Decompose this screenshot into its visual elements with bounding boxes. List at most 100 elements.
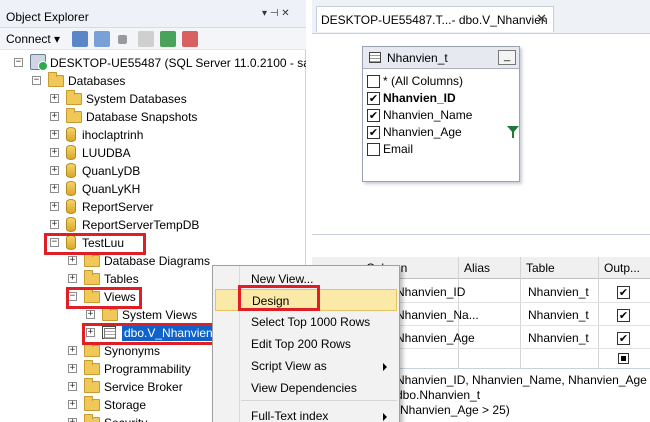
output-checkbox[interactable]: ✔: [617, 309, 630, 322]
tree-item-quanlykh[interactable]: + QuanLyKH: [0, 180, 306, 198]
database-icon: [66, 199, 76, 214]
expand-icon[interactable]: +: [68, 274, 77, 283]
menu-item-design[interactable]: Design: [215, 289, 397, 311]
filter-icon: [507, 126, 519, 138]
sql-line-select: Nhanvien_ID, Nhanvien_Name, Nhanvien_Age: [396, 373, 647, 387]
tree-item-system-databases[interactable]: + System Databases: [0, 90, 306, 108]
expand-icon[interactable]: +: [50, 220, 59, 229]
tree-item-label: Storage: [104, 398, 147, 412]
tree-item-ihoclaptrinh[interactable]: + ihoclaptrinh: [0, 126, 306, 144]
close-icon[interactable]: ✕: [536, 11, 547, 27]
criteria-table-cell[interactable]: Nhanvien_t: [528, 331, 589, 345]
collapse-icon[interactable]: −: [14, 58, 23, 67]
column-name: Email: [383, 142, 414, 156]
column-name: Nhanvien_Name: [383, 108, 473, 122]
folder-icon: [66, 90, 82, 105]
expand-icon[interactable]: +: [68, 256, 77, 265]
table-column-row[interactable]: Email: [367, 141, 517, 158]
diagram-pane[interactable]: Nhanvien_t _ * (All Columns) ✔ Nhanvien_ID…: [312, 34, 650, 234]
document-tab[interactable]: DESKTOP-UE55487.T...- dbo.V_Nhanvien ✕: [316, 6, 554, 32]
menu-item-label: Full-Text index: [251, 409, 329, 422]
criteria-column-cell[interactable]: Nhanvien_ID: [396, 285, 465, 299]
criteria-column-cell[interactable]: Nhanvien_Age: [396, 331, 475, 345]
object-explorer-title: Object Explorer: [6, 10, 89, 24]
folder-icon: [84, 288, 100, 303]
object-explorer-titlebar: Object Explorer ▾ ⊣ ✕: [0, 0, 306, 28]
menu-item-script-view-as[interactable]: Script View as: [215, 355, 397, 377]
connect-button[interactable]: Connect ▾: [6, 32, 60, 46]
criteria-table-cell[interactable]: Nhanvien_t: [528, 308, 589, 322]
expand-icon[interactable]: +: [68, 364, 77, 373]
menu-item-label: Select Top 1000 Rows: [251, 315, 371, 329]
tree-item-reportserver[interactable]: + ReportServer: [0, 198, 306, 216]
collapse-icon[interactable]: −: [32, 76, 41, 85]
menu-item-edit-top-200-rows[interactable]: Edit Top 200 Rows: [215, 333, 397, 355]
table-column-row[interactable]: ✔ Nhanvien_Age: [367, 124, 519, 141]
expand-icon[interactable]: +: [50, 130, 59, 139]
menu-item-new-view[interactable]: New View...: [215, 268, 397, 290]
table-widget[interactable]: Nhanvien_t _ * (All Columns) ✔ Nhanvien_ID…: [362, 46, 520, 182]
folder-icon: [84, 378, 100, 393]
expand-icon[interactable]: +: [68, 400, 77, 409]
expand-icon[interactable]: +: [50, 202, 59, 211]
expand-icon[interactable]: +: [50, 184, 59, 193]
tree-item-database-snapshots[interactable]: + Database Snapshots: [0, 108, 306, 126]
menu-item-view-dependencies[interactable]: View Dependencies: [215, 377, 397, 399]
tree-item-databases[interactable]: − Databases: [0, 72, 306, 90]
column-checkbox[interactable]: [367, 143, 380, 156]
criteria-column-cell[interactable]: Nhanvien_Na...: [396, 308, 479, 322]
header-alias: Alias: [464, 261, 491, 275]
tree-item-testluu[interactable]: − TestLuu: [0, 234, 306, 252]
expand-icon[interactable]: +: [86, 328, 95, 337]
output-checkbox[interactable]: ✔: [617, 286, 630, 299]
expand-icon[interactable]: +: [68, 418, 77, 422]
tree-item-label: System Views: [122, 308, 198, 322]
column-name: Nhanvien_Age: [383, 125, 462, 139]
object-explorer-toolbar: Connect ▾: [0, 28, 306, 50]
output-checkbox[interactable]: ✔: [617, 332, 630, 345]
menu-item-full-text-index[interactable]: Full-Text index: [215, 405, 397, 422]
tree-item-quanlydb[interactable]: + QuanLyDB: [0, 162, 306, 180]
menu-item-select-top-1000-rows[interactable]: Select Top 1000 Rows: [215, 311, 397, 333]
table-column-row[interactable]: ✔ Nhanvien_ID: [367, 90, 517, 107]
tree-item-label: System Databases: [86, 92, 187, 106]
column-checkbox[interactable]: ✔: [367, 92, 380, 105]
column-checkbox[interactable]: [367, 75, 380, 88]
filter-icon[interactable]: [138, 31, 154, 47]
expand-icon[interactable]: +: [50, 166, 59, 175]
new-row-checkbox[interactable]: [618, 353, 629, 364]
expand-icon[interactable]: +: [50, 94, 59, 103]
tree-item-label: Database Diagrams: [104, 254, 211, 268]
panel-pin-controls[interactable]: ▾ ⊣ ✕: [262, 8, 290, 19]
menu-separator: [241, 400, 397, 401]
expand-icon[interactable]: +: [68, 382, 77, 391]
tree-item-luudba[interactable]: + LUUDBA: [0, 144, 306, 162]
connect-engine-icon[interactable]: [72, 31, 88, 47]
tree-item-label: Tables: [104, 272, 139, 286]
expand-icon[interactable]: +: [86, 310, 95, 319]
expand-icon[interactable]: +: [50, 112, 59, 121]
collapse-icon[interactable]: [182, 31, 198, 47]
tree-item-reportservertempdb[interactable]: + ReportServerTempDB: [0, 216, 306, 234]
disconnect-icon[interactable]: [94, 31, 110, 47]
database-icon: [66, 217, 76, 232]
table-column-row[interactable]: * (All Columns): [367, 73, 517, 90]
tree-item-desktop-ue55487-sql-server-11-0-2100-sa[interactable]: − DESKTOP-UE55487 (SQL Server 11.0.2100 -…: [0, 54, 306, 72]
column-checkbox[interactable]: ✔: [367, 126, 380, 139]
expand-icon[interactable]: +: [50, 148, 59, 157]
collapse-icon[interactable]: −: [50, 238, 59, 247]
column-checkbox[interactable]: ✔: [367, 109, 380, 122]
tree-item-label: Synonyms: [104, 344, 161, 358]
document-tabbar: DESKTOP-UE55487.T...- dbo.V_Nhanvien ✕: [312, 0, 650, 34]
table-column-row[interactable]: ✔ Nhanvien_Name: [367, 107, 517, 124]
column-name: Nhanvien_ID: [383, 91, 456, 105]
stop-icon[interactable]: [118, 35, 127, 44]
tree-item-label: Programmability: [104, 362, 191, 376]
criteria-table-cell[interactable]: Nhanvien_t: [528, 285, 589, 299]
expand-icon[interactable]: +: [68, 346, 77, 355]
collapse-icon[interactable]: −: [68, 292, 77, 301]
menu-item-label: View Dependencies: [251, 381, 357, 395]
refresh-icon[interactable]: [160, 31, 176, 47]
tree-item-label: Views: [104, 290, 136, 304]
minimize-button[interactable]: _: [498, 50, 516, 65]
